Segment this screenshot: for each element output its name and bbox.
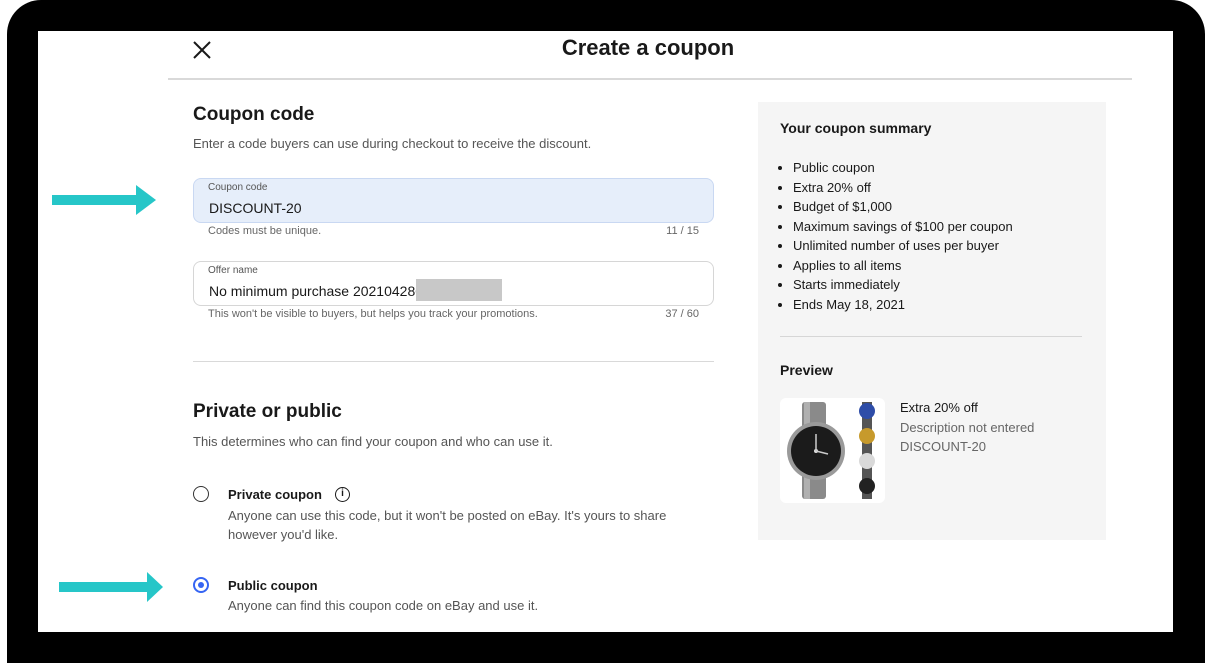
summary-item: Starts immediately bbox=[793, 275, 1013, 295]
summary-item: Unlimited number of uses per buyer bbox=[793, 236, 1013, 256]
offer-name-label: Offer name bbox=[208, 265, 258, 276]
summary-list: Public coupon Extra 20% off Budget of $1… bbox=[780, 158, 1013, 314]
arrow-right-icon bbox=[52, 185, 156, 215]
summary-item: Budget of $1,000 bbox=[793, 197, 1013, 217]
summary-item: Ends May 18, 2021 bbox=[793, 295, 1013, 315]
summary-heading: Your coupon summary bbox=[780, 120, 932, 136]
summary-item: Applies to all items bbox=[793, 256, 1013, 276]
coupon-code-counter: 11 / 15 bbox=[666, 225, 699, 237]
section-divider bbox=[193, 361, 714, 362]
summary-divider bbox=[780, 336, 1082, 337]
offer-name-hint: This won't be visible to buyers, but hel… bbox=[208, 308, 538, 320]
offer-name-input[interactable]: No minimum purchase 202104280 bbox=[209, 283, 423, 299]
preview-code: DISCOUNT-20 bbox=[900, 439, 986, 454]
watch-product-image bbox=[780, 398, 885, 503]
coupon-code-hint: Codes must be unique. bbox=[208, 225, 322, 237]
arrow-right-icon bbox=[59, 572, 163, 602]
public-coupon-radio[interactable] bbox=[193, 577, 209, 593]
offer-name-field[interactable]: Offer name No minimum purchase 202104280 bbox=[193, 261, 714, 306]
private-coupon-label[interactable]: Private coupon bbox=[228, 487, 322, 502]
private-coupon-description: Anyone can use this code, but it won't b… bbox=[228, 508, 667, 542]
preview-description: Description not entered bbox=[900, 420, 1035, 435]
private-coupon-radio[interactable] bbox=[193, 486, 209, 502]
info-icon[interactable]: i bbox=[335, 487, 350, 502]
page-title: Create a coupon bbox=[561, 35, 735, 60]
visibility-heading: Private or public bbox=[193, 401, 342, 422]
coupon-code-field[interactable]: Coupon code DISCOUNT-20 bbox=[193, 178, 714, 223]
create-coupon-screen: Create a coupon Coupon code Enter a code… bbox=[38, 31, 1173, 632]
summary-item: Maximum savings of $100 per coupon bbox=[793, 217, 1013, 237]
summary-item: Extra 20% off bbox=[793, 178, 1013, 198]
coupon-code-label: Coupon code bbox=[208, 182, 268, 193]
summary-item: Public coupon bbox=[793, 158, 1013, 178]
redaction-box bbox=[416, 279, 502, 301]
coupon-code-heading: Coupon code bbox=[193, 104, 315, 125]
header-divider bbox=[168, 78, 1132, 80]
coupon-code-input[interactable]: DISCOUNT-20 bbox=[209, 200, 302, 216]
coupon-code-description: Enter a code buyers can use during check… bbox=[193, 136, 592, 151]
visibility-description: This determines who can find your coupon… bbox=[193, 434, 553, 449]
public-coupon-label[interactable]: Public coupon bbox=[228, 578, 318, 593]
offer-name-counter: 37 / 60 bbox=[665, 308, 699, 320]
preview-heading: Preview bbox=[780, 362, 833, 378]
public-coupon-description: Anyone can find this coupon code on eBay… bbox=[228, 598, 539, 613]
coupon-summary-panel: Your coupon summary Public coupon Extra … bbox=[758, 102, 1106, 540]
preview-title: Extra 20% off bbox=[900, 400, 978, 415]
